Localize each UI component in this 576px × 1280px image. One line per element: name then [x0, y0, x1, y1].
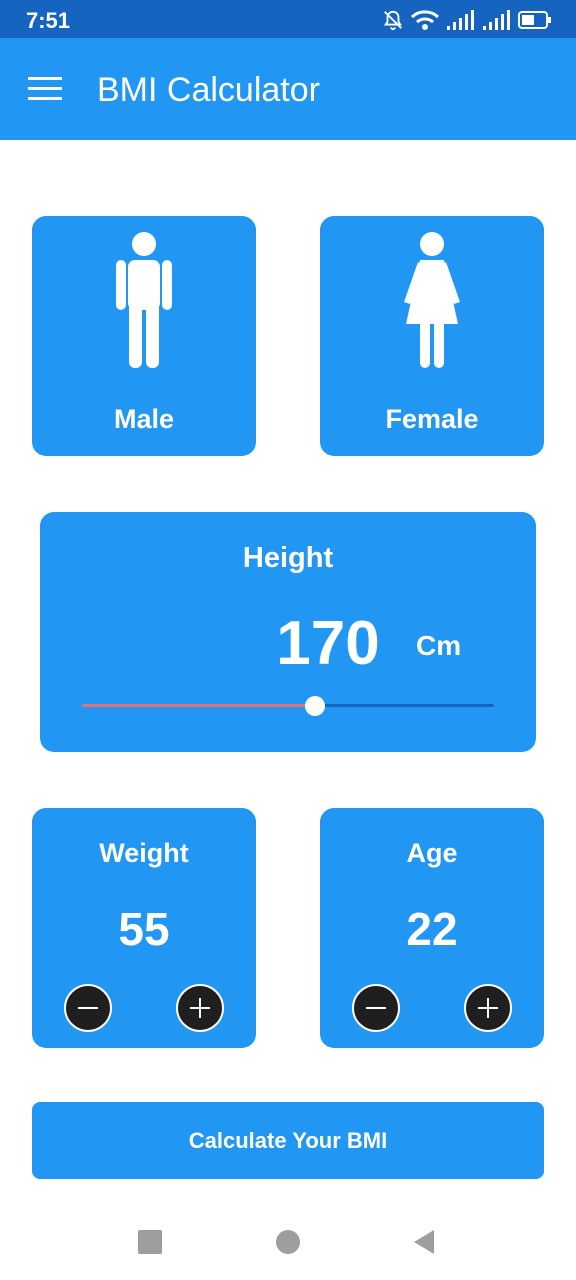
- age-value: 22: [406, 903, 458, 955]
- status-time: 7:51: [26, 8, 71, 33]
- male-card[interactable]: Male: [32, 216, 256, 456]
- weight-decrement-button[interactable]: [64, 984, 112, 1032]
- age-increment-button[interactable]: [464, 984, 512, 1032]
- recents-square-icon[interactable]: [136, 1228, 164, 1256]
- app-title: BMI Calculator: [97, 71, 320, 109]
- back-triangle-icon[interactable]: [410, 1228, 438, 1256]
- female-card[interactable]: Female: [320, 216, 544, 456]
- age-decrement-button[interactable]: [352, 984, 400, 1032]
- signal-icon: [447, 10, 474, 30]
- plus-icon: [478, 998, 498, 1018]
- wifi-icon: [410, 10, 440, 30]
- slider-fill: [82, 704, 315, 707]
- home-circle-icon[interactable]: [274, 1228, 302, 1256]
- female-label: Female: [385, 404, 479, 434]
- minus-icon: [78, 1007, 98, 1009]
- height-label: Height: [242, 542, 334, 574]
- male-figure-icon: [116, 232, 172, 368]
- calculate-bmi-button[interactable]: Calculate Your BMI: [32, 1102, 544, 1179]
- status-icons: [382, 8, 552, 32]
- weight-increment-button[interactable]: [176, 984, 224, 1032]
- height-card: Height 170 Cm: [40, 512, 536, 752]
- app-bar: BMI Calculator: [0, 38, 576, 140]
- height-value: 170: [276, 609, 380, 678]
- slider-thumb[interactable]: [304, 696, 325, 716]
- age-label: Age: [406, 838, 458, 868]
- signal-icon: [483, 10, 510, 30]
- weight-card: Weight 55: [32, 808, 256, 1048]
- height-slider[interactable]: [82, 692, 494, 720]
- weight-value: 55: [118, 903, 170, 955]
- plus-icon: [190, 998, 210, 1018]
- age-card: Age 22: [320, 808, 544, 1048]
- female-figure-icon: [404, 232, 460, 368]
- battery-icon: [518, 11, 551, 29]
- male-label: Male: [113, 404, 175, 434]
- hamburger-menu-icon[interactable]: [28, 76, 62, 102]
- system-nav-bar: [0, 1200, 576, 1280]
- minus-icon: [366, 1007, 386, 1009]
- weight-label: Weight: [99, 838, 189, 868]
- notifications-off-icon: [383, 10, 403, 31]
- height-unit: Cm: [416, 630, 462, 661]
- status-bar: 7:51: [0, 0, 576, 38]
